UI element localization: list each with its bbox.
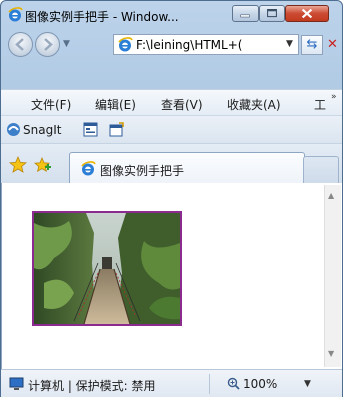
browser-window: 图像实例手把手 - Window... ▼ F:\leining\HTML+( <box>0 0 343 397</box>
maximize-icon <box>267 9 277 18</box>
computer-icon <box>9 377 24 390</box>
new-tab-button[interactable] <box>303 156 339 184</box>
close-button[interactable] <box>285 5 329 22</box>
snagit-button[interactable]: SnagIt <box>23 123 61 137</box>
recent-pages-dropdown[interactable]: ▼ <box>63 39 70 49</box>
zoom-icon[interactable] <box>227 377 240 390</box>
zoom-dropdown-icon[interactable]: ▼ <box>304 379 311 389</box>
forward-button[interactable] <box>35 32 60 57</box>
menu-bar: 文件(F) 编辑(E) 查看(V) 收藏夹(A) 工 » <box>1 89 342 115</box>
ie-icon <box>81 161 96 176</box>
back-icon <box>15 38 24 51</box>
refresh-icon: ⇆ <box>306 37 318 52</box>
favorites-star-icon[interactable] <box>9 156 27 174</box>
command-bar: SnagIt <box>1 115 342 143</box>
tab-bar: 图像实例手把手 <box>1 143 342 184</box>
menu-overflow-chevron[interactable]: » <box>331 92 337 102</box>
suspension-bridge-photo <box>34 213 180 324</box>
scroll-down-arrow-icon[interactable]: ▼ <box>328 349 334 358</box>
capture-window-icon[interactable] <box>83 122 98 137</box>
minimize-icon <box>240 14 250 18</box>
maximize-button[interactable] <box>259 5 285 22</box>
menu-view[interactable]: 查看(V) <box>161 96 203 113</box>
menu-favorites[interactable]: 收藏夹(A) <box>227 96 281 113</box>
minimize-button[interactable] <box>232 5 259 22</box>
window-title: 图像实例手把手 - Window... <box>25 10 179 24</box>
refresh-button[interactable]: ⇆ <box>301 35 323 55</box>
chevron-down-icon[interactable]: ▼ <box>286 39 293 49</box>
address-bar[interactable]: F:\leining\HTML+( ▼ <box>113 34 299 55</box>
menu-file[interactable]: 文件(F) <box>31 96 71 113</box>
tab-title: 图像实例手把手 <box>100 164 185 178</box>
tab-active[interactable]: 图像实例手把手 <box>69 152 305 184</box>
navigation-bar: ▼ F:\leining\HTML+( ▼ ⇆ ✕ <box>1 29 342 59</box>
zoom-level[interactable]: 100% <box>243 377 277 391</box>
ie-icon <box>118 37 133 52</box>
status-divider <box>209 374 210 394</box>
add-favorites-icon[interactable] <box>34 156 52 174</box>
security-zone-text: 计算机 | 保护模式: 禁用 <box>28 379 156 393</box>
ie-icon <box>8 7 23 22</box>
forward-icon <box>44 38 53 51</box>
back-button[interactable] <box>8 32 33 57</box>
title-bar: 图像实例手把手 - Window... <box>1 1 342 29</box>
address-text: F:\leining\HTML+( <box>136 38 243 52</box>
snagit-icon <box>7 123 20 136</box>
photo-image <box>32 211 182 326</box>
menu-edit[interactable]: 编辑(E) <box>95 96 136 113</box>
stop-button[interactable]: ✕ <box>327 35 342 55</box>
menu-tools[interactable]: 工 <box>314 96 326 113</box>
status-bar: 计算机 | 保护模式: 禁用 100% ▼ <box>1 369 342 397</box>
close-icon <box>301 8 313 19</box>
capture-page-icon[interactable] <box>109 122 124 137</box>
stop-icon: ✕ <box>327 37 338 52</box>
scroll-up-arrow-icon[interactable]: ▲ <box>328 191 334 200</box>
vertical-scrollbar[interactable]: ▲ ▼ <box>324 185 341 367</box>
